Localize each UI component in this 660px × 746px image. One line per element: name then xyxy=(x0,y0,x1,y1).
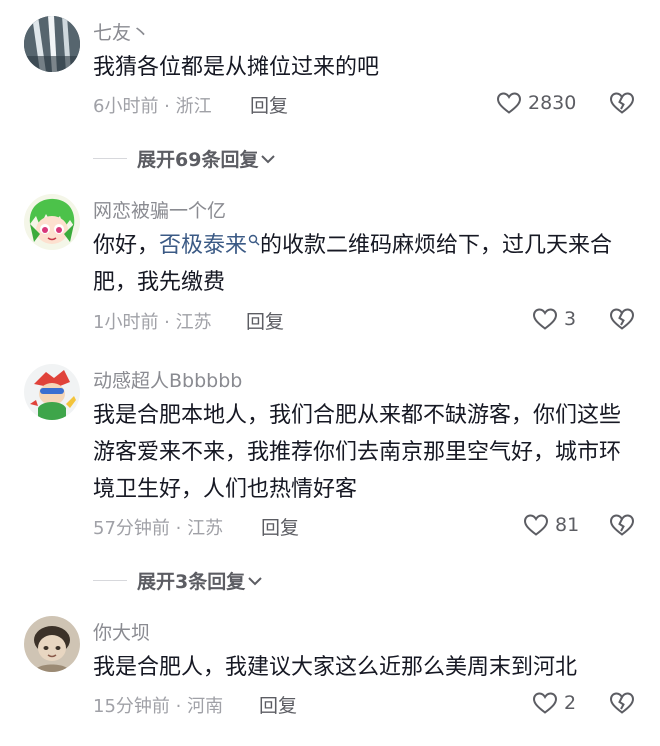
broken-heart-icon xyxy=(609,92,635,114)
reply-button[interactable]: 回复 xyxy=(261,513,299,540)
broken-heart-icon xyxy=(609,308,635,330)
avatar-cartoon-face-image xyxy=(24,616,80,672)
hashtag-label: 否极泰来 xyxy=(159,233,248,258)
like-button[interactable]: 81 xyxy=(523,513,579,537)
avatar-cartoon-girl-image xyxy=(24,194,80,250)
heart-outline-icon xyxy=(523,514,549,536)
chevron-down-icon xyxy=(248,576,262,585)
heart-outline-icon xyxy=(532,692,558,714)
expand-replies-label: 展开69条回复 xyxy=(137,149,259,171)
comment-meta: 6小时前 · 浙江 xyxy=(93,96,212,117)
dislike-button[interactable] xyxy=(609,691,635,715)
hashtag-link[interactable]: 否极泰来 xyxy=(159,233,260,258)
search-icon xyxy=(248,234,260,246)
avatar-waterfall-image xyxy=(24,16,80,72)
avatar[interactable] xyxy=(24,16,80,72)
comment-meta: 15分钟前 · 河南 xyxy=(93,696,224,717)
dislike-button[interactable] xyxy=(609,513,635,537)
reply-button[interactable]: 回复 xyxy=(250,91,288,118)
heart-outline-icon xyxy=(496,92,522,114)
broken-heart-icon xyxy=(609,514,635,536)
username[interactable]: 你大坝 xyxy=(93,618,150,645)
like-button[interactable]: 3 xyxy=(532,307,576,331)
username[interactable]: 网恋被骗一个亿 xyxy=(93,196,226,223)
avatar[interactable] xyxy=(24,616,80,672)
avatar[interactable] xyxy=(24,364,80,420)
like-button[interactable]: 2 xyxy=(532,691,576,715)
comment-text-part: 你好， xyxy=(93,233,160,258)
dislike-button[interactable] xyxy=(609,91,635,115)
reply-button[interactable]: 回复 xyxy=(246,307,284,334)
like-button[interactable]: 2830 xyxy=(496,91,576,115)
avatar[interactable] xyxy=(24,194,80,250)
expand-replies-button[interactable]: 展开3条回复 xyxy=(93,567,263,594)
comment-text: 我猜各位都是从摊位过来的吧 xyxy=(93,55,380,80)
chevron-down-icon xyxy=(261,154,276,163)
divider xyxy=(93,157,127,160)
like-count: 2 xyxy=(564,692,577,714)
username[interactable]: 动感超人Bbbbbb xyxy=(93,366,242,393)
like-count: 2830 xyxy=(528,92,577,114)
comment-text: 我是合肥本地人，我们合肥从来都不缺游客，你们这些游客爱来不来，我推荐你们去南京那… xyxy=(93,403,622,502)
username[interactable]: 七友丶 xyxy=(93,18,150,45)
comment-text: 你好，否极泰来 的收款二维码麻烦给下，过几天来合肥，我先缴费 xyxy=(93,227,638,301)
avatar-cartoon-hero-image xyxy=(24,364,80,420)
broken-heart-icon xyxy=(609,692,635,714)
like-count: 81 xyxy=(555,514,580,536)
like-count: 3 xyxy=(564,308,577,330)
dislike-button[interactable] xyxy=(609,307,635,331)
comment-text: 我是合肥人，我建议大家这么近那么美周末到河北 xyxy=(93,655,578,680)
expand-replies-label: 展开3条回复 xyxy=(137,571,246,593)
comment-meta: 57分钟前 · 江苏 xyxy=(93,518,224,539)
divider xyxy=(93,579,127,582)
comment-meta: 1小时前 · 江苏 xyxy=(93,312,212,333)
reply-button[interactable]: 回复 xyxy=(259,691,297,718)
heart-outline-icon xyxy=(532,308,558,330)
expand-replies-button[interactable]: 展开69条回复 xyxy=(93,145,276,172)
